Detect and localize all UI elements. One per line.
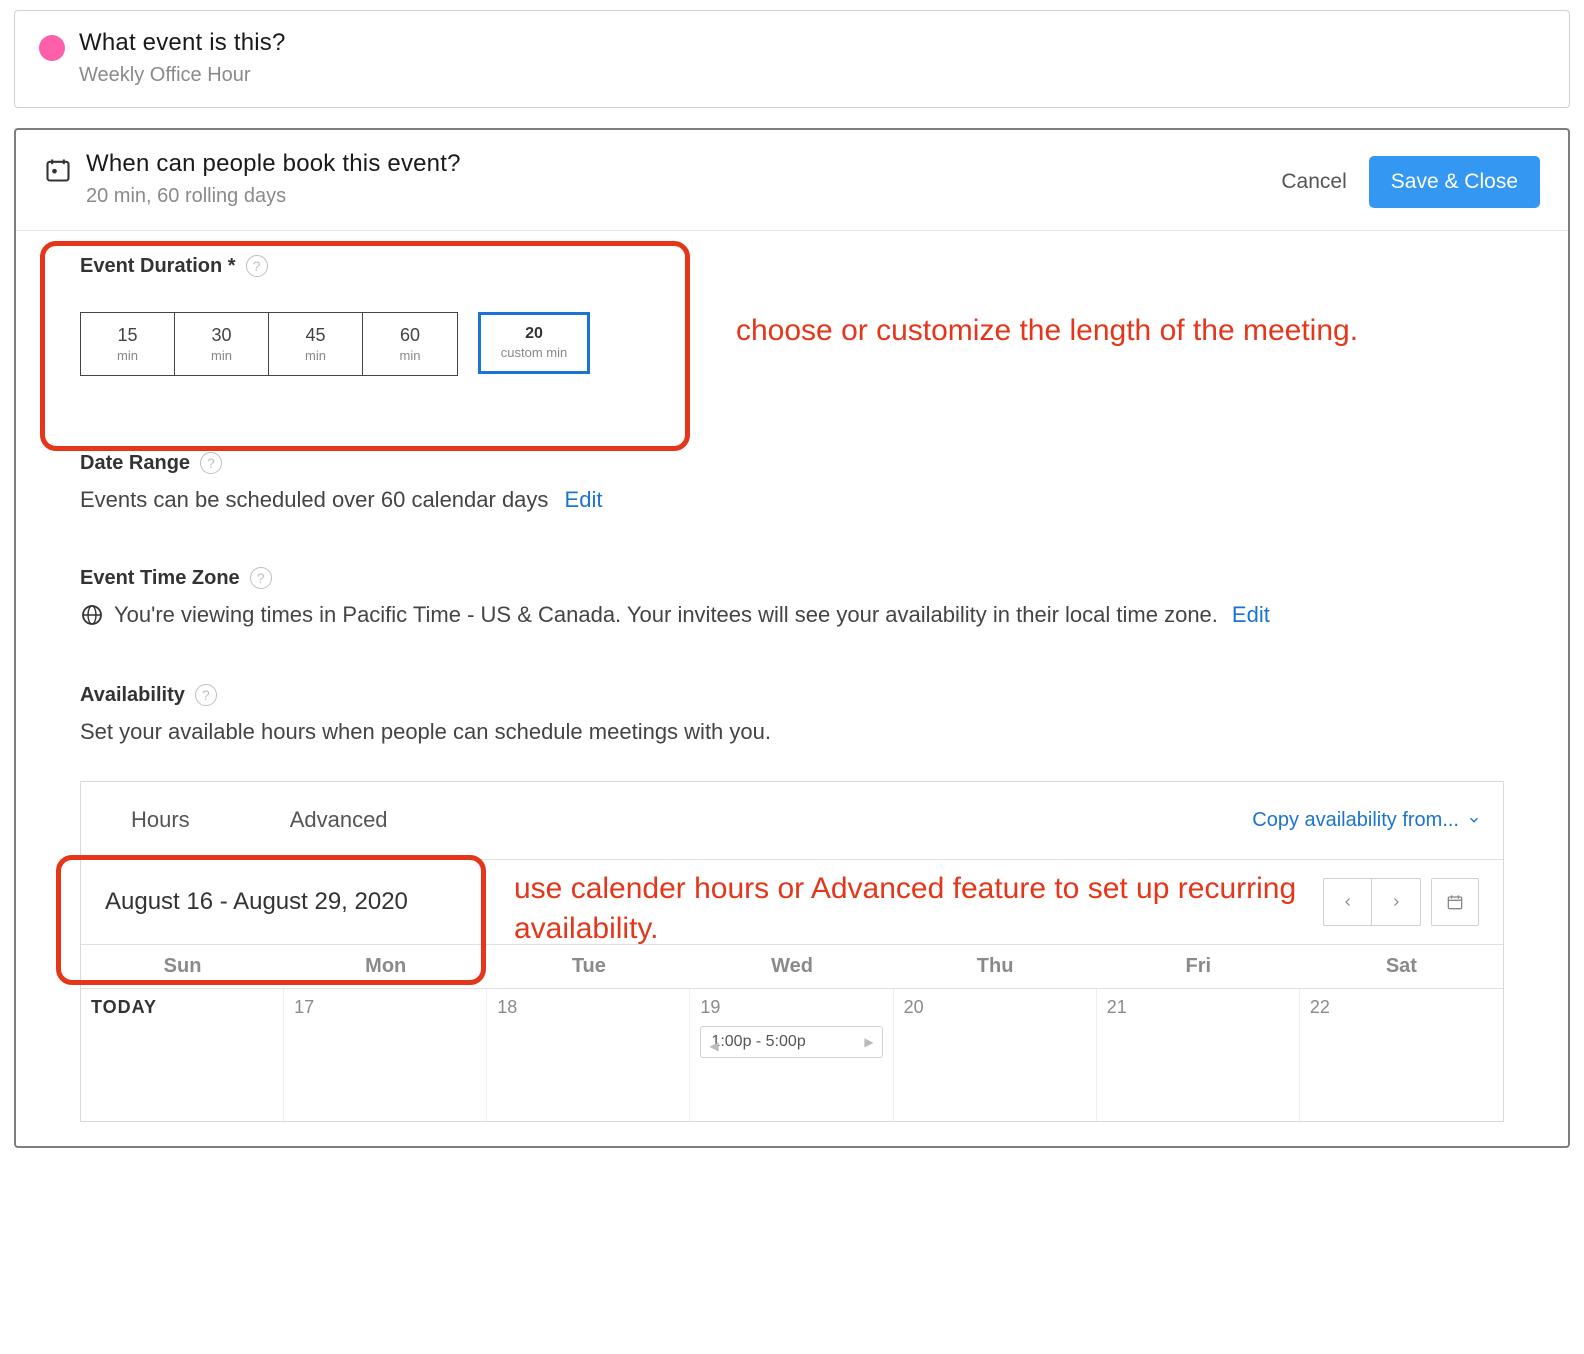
save-close-button[interactable]: Save & Close (1369, 156, 1540, 208)
weekday-header: Thu (894, 944, 1097, 989)
day-cell[interactable]: 18 (487, 989, 690, 1121)
help-icon[interactable]: ? (200, 452, 222, 474)
availability-calendar-card: Hours Advanced Copy availability from...… (80, 781, 1504, 1122)
daterange-label-row: Date Range ? (80, 452, 1504, 475)
daterange-label: Date Range (80, 452, 190, 475)
event-color-dot (39, 35, 65, 61)
tab-advanced[interactable]: Advanced (240, 782, 438, 859)
cancel-button[interactable]: Cancel (1281, 170, 1346, 194)
annotation-text-duration: choose or customize the length of the me… (736, 311, 1436, 352)
timezone-label-row: Event Time Zone ? (80, 567, 1504, 590)
annotation-text-tabs: use calender hours or Advanced feature t… (514, 869, 1354, 950)
arrow-right-icon: ▶ (864, 1035, 873, 1049)
availability-slot[interactable]: 1:00p - 5:00p ▶ ◀ (700, 1026, 882, 1058)
event-question: What event is this? (79, 29, 286, 58)
weekday-header-row: Sun Mon Tue Wed Thu Fri Sat (81, 944, 1503, 989)
copy-availability-dropdown[interactable]: Copy availability from... (1252, 782, 1481, 859)
daterange-edit-link[interactable]: Edit (565, 487, 603, 512)
event-name: Weekly Office Hour (79, 64, 286, 87)
next-week-button[interactable] (1372, 879, 1420, 925)
duration-30-option[interactable]: 30 min (175, 313, 269, 375)
weekday-header: Sun (81, 944, 284, 989)
daterange-text: Events can be scheduled over 60 calendar… (80, 487, 548, 512)
day-cell[interactable]: TODAY (81, 989, 284, 1121)
day-cell[interactable]: 19 1:00p - 5:00p ▶ ◀ (690, 989, 893, 1121)
booking-summary: 20 min, 60 rolling days (86, 185, 461, 208)
event-summary-card[interactable]: What event is this? Weekly Office Hour (14, 10, 1570, 108)
calendar-icon (1445, 892, 1465, 912)
chevron-right-icon (1390, 895, 1402, 909)
date-range-label: August 16 - August 29, 2020 (105, 888, 408, 916)
duration-custom-option[interactable]: 20 custom min (478, 312, 590, 374)
weekday-header: Wed (690, 944, 893, 989)
day-cell[interactable]: 22 (1300, 989, 1503, 1121)
booking-header: When can people book this event? 20 min,… (16, 130, 1568, 231)
booking-question: When can people book this event? (86, 150, 461, 179)
weekday-header: Tue (487, 944, 690, 989)
weekday-header: Fri (1097, 944, 1300, 989)
arrow-left-icon: ◀ (709, 1039, 718, 1053)
duration-15-option[interactable]: 15 min (81, 313, 175, 375)
help-icon[interactable]: ? (246, 255, 268, 277)
tab-hours[interactable]: Hours (81, 782, 240, 859)
timezone-text: You're viewing times in Pacific Time - U… (114, 602, 1218, 628)
chevron-down-icon (1467, 813, 1481, 827)
help-icon[interactable]: ? (195, 684, 217, 706)
timezone-edit-link[interactable]: Edit (1232, 602, 1270, 628)
duration-label: Event Duration * (80, 255, 236, 278)
weekday-header: Mon (284, 944, 487, 989)
timezone-label: Event Time Zone (80, 567, 240, 590)
week-days-row: TODAY 17 18 19 1:00p - 5:00p ▶ ◀ (81, 989, 1503, 1121)
availability-label: Availability (80, 684, 185, 707)
day-cell[interactable]: 17 (284, 989, 487, 1121)
booking-settings-card: When can people book this event? 20 min,… (14, 128, 1570, 1148)
calendar-icon (44, 156, 72, 184)
jump-to-date-button[interactable] (1431, 878, 1479, 926)
availability-text: Set your available hours when people can… (80, 719, 1504, 745)
availability-label-row: Availability ? (80, 684, 1504, 707)
daterange-text-row: Events can be scheduled over 60 calendar… (80, 487, 1504, 513)
weekday-header: Sat (1300, 944, 1503, 989)
help-icon[interactable]: ? (250, 567, 272, 589)
duration-45-option[interactable]: 45 min (269, 313, 363, 375)
day-cell[interactable]: 20 (894, 989, 1097, 1121)
day-cell[interactable]: 21 (1097, 989, 1300, 1121)
duration-60-option[interactable]: 60 min (363, 313, 457, 375)
duration-label-row: Event Duration * ? (80, 255, 1504, 278)
globe-icon (80, 603, 104, 627)
